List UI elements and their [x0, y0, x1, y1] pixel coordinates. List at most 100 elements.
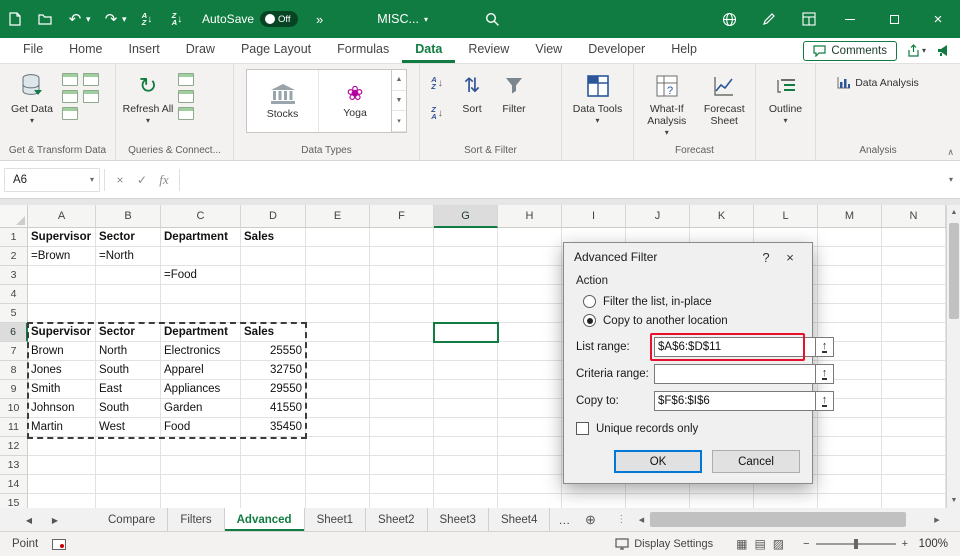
cell-D15[interactable] [241, 494, 306, 508]
cell-H12[interactable] [498, 437, 562, 456]
cell-E6[interactable] [306, 323, 370, 342]
forecast-sheet-button[interactable]: Forecast Sheet [697, 67, 751, 127]
from-web-icon[interactable] [62, 90, 78, 103]
cell-F3[interactable] [370, 266, 434, 285]
sheet-nav-left-icon[interactable]: ◀ [18, 508, 40, 532]
cell-B14[interactable] [96, 475, 161, 494]
sheet-overflow-tab[interactable]: … [550, 508, 578, 531]
cell-M4[interactable] [818, 285, 882, 304]
scroll-down-button[interactable]: ▼ [947, 493, 960, 508]
cell-M14[interactable] [818, 475, 882, 494]
cell-C1[interactable]: Department [161, 228, 241, 247]
cell-F1[interactable] [370, 228, 434, 247]
cell-D8[interactable]: 32750 [241, 361, 306, 380]
criteria-range-input[interactable] [654, 364, 815, 384]
cell-E10[interactable] [306, 399, 370, 418]
row-header-10[interactable]: 10 [0, 399, 28, 418]
column-header-M[interactable]: M [818, 205, 882, 228]
column-header-A[interactable]: A [28, 205, 96, 228]
cell-E2[interactable] [306, 247, 370, 266]
column-header-H[interactable]: H [498, 205, 562, 228]
cell-G3[interactable] [434, 266, 498, 285]
cell-G2[interactable] [434, 247, 498, 266]
cell-D5[interactable] [241, 304, 306, 323]
dialog-help-button[interactable]: ? [754, 246, 778, 268]
scroll-right-button[interactable]: ▶ [930, 508, 944, 531]
cell-A2[interactable]: =Brown [28, 247, 96, 266]
cell-N11[interactable] [882, 418, 946, 437]
sort-descending-icon[interactable]: Z A ↓ [164, 7, 190, 31]
pen-icon[interactable] [756, 7, 782, 31]
collapse-ribbon-icon[interactable]: ∧ [947, 147, 954, 158]
sheet-nav-right-icon[interactable]: ▶ [44, 508, 66, 532]
cell-G5[interactable] [434, 304, 498, 323]
cell-A5[interactable] [28, 304, 96, 323]
cell-E7[interactable] [306, 342, 370, 361]
cell-A15[interactable] [28, 494, 96, 508]
cell-E8[interactable] [306, 361, 370, 380]
cell-E1[interactable] [306, 228, 370, 247]
new-sheet-button[interactable]: ⊕ [578, 508, 602, 531]
cell-H13[interactable] [498, 456, 562, 475]
page-break-view-button[interactable]: ▨ [773, 537, 784, 551]
cell-C12[interactable] [161, 437, 241, 456]
cell-L15[interactable] [754, 494, 818, 508]
cell-C2[interactable] [161, 247, 241, 266]
cell-D6[interactable]: Sales [241, 323, 306, 342]
sort-ascending-icon[interactable]: A Z ↓ [134, 7, 160, 31]
cell-A7[interactable]: Brown [28, 342, 96, 361]
cell-D11[interactable]: 35450 [241, 418, 306, 437]
sheet-tab-filters[interactable]: Filters [168, 508, 225, 531]
cell-H10[interactable] [498, 399, 562, 418]
ok-button[interactable]: OK [614, 450, 702, 473]
cell-E5[interactable] [306, 304, 370, 323]
zoom-level[interactable]: 100% [914, 538, 948, 550]
cell-A12[interactable] [28, 437, 96, 456]
globe-icon[interactable] [716, 7, 742, 31]
cell-H8[interactable] [498, 361, 562, 380]
queries-connections-icon[interactable] [178, 73, 194, 86]
dialog-close-button[interactable]: × [778, 246, 802, 268]
row-header-11[interactable]: 11 [0, 418, 28, 437]
cell-B8[interactable]: South [96, 361, 161, 380]
zoom-slider-knob[interactable] [853, 539, 858, 549]
edit-links-icon[interactable] [178, 107, 194, 120]
cell-E14[interactable] [306, 475, 370, 494]
cell-A14[interactable] [28, 475, 96, 494]
outline-button[interactable]: Outline ▾ [761, 67, 811, 127]
cell-H15[interactable] [498, 494, 562, 508]
column-header-J[interactable]: J [626, 205, 690, 228]
cell-D10[interactable]: 41550 [241, 399, 306, 418]
cell-C4[interactable] [161, 285, 241, 304]
cell-K15[interactable] [690, 494, 754, 508]
what-if-analysis-button[interactable]: ? What-If Analysis ▾ [638, 67, 695, 139]
row-header-7[interactable]: 7 [0, 342, 28, 361]
cell-C15[interactable] [161, 494, 241, 508]
cell-C14[interactable] [161, 475, 241, 494]
cell-F2[interactable] [370, 247, 434, 266]
autosave-toggle[interactable]: AutoSave Off [202, 11, 299, 27]
cell-F12[interactable] [370, 437, 434, 456]
cell-N3[interactable] [882, 266, 946, 285]
sort-a-to-z-button[interactable]: A Z ↓ [424, 71, 450, 95]
cell-C11[interactable]: Food [161, 418, 241, 437]
ribbon-tab-help[interactable]: Help [658, 38, 710, 63]
cell-B6[interactable]: Sector [96, 323, 161, 342]
radio-copy-to-location[interactable]: Copy to another location [583, 314, 800, 327]
cell-G7[interactable] [434, 342, 498, 361]
refresh-all-button[interactable]: ↻ Refresh All ▾ [120, 67, 176, 127]
vertical-scroll-thumb[interactable] [949, 223, 959, 319]
cell-H1[interactable] [498, 228, 562, 247]
cell-M11[interactable] [818, 418, 882, 437]
dialog-titlebar[interactable]: Advanced Filter ? × [564, 243, 812, 271]
cell-D1[interactable]: Sales [241, 228, 306, 247]
comments-button[interactable]: Comments [803, 40, 897, 61]
cell-E3[interactable] [306, 266, 370, 285]
cell-F14[interactable] [370, 475, 434, 494]
cell-F5[interactable] [370, 304, 434, 323]
cell-A4[interactable] [28, 285, 96, 304]
cell-B15[interactable] [96, 494, 161, 508]
page-layout-view-button[interactable]: ▤ [754, 537, 765, 551]
cell-M3[interactable] [818, 266, 882, 285]
cell-N6[interactable] [882, 323, 946, 342]
